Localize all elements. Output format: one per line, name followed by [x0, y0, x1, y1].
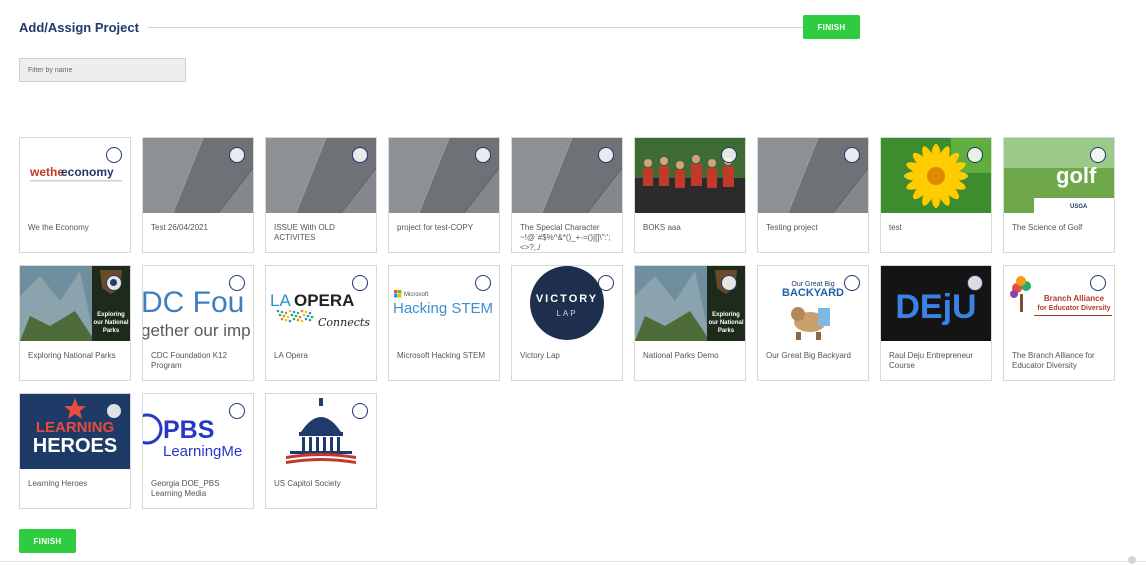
svg-text:Exploring: Exploring [97, 312, 125, 318]
project-select-radio[interactable] [844, 275, 860, 291]
svg-text:DC Fou: DC Fou [143, 286, 244, 319]
project-card[interactable]: Branch Alliance for Educator Diversity T… [1003, 265, 1115, 381]
page-header: Add/Assign Project FINISH [19, 14, 861, 40]
svg-text:our National: our National [708, 320, 743, 326]
project-title: The Special Character ~!@`#$%^&*()_+-=()… [520, 223, 611, 252]
project-title: Learning Heroes [28, 479, 88, 488]
svg-text:LAP: LAP [556, 309, 577, 318]
title-divider [148, 27, 810, 28]
project-card[interactable]: VICTORY LAP Victory Lap [511, 265, 623, 381]
project-card[interactable]: wethe economy We the Economy [19, 137, 131, 253]
svg-text:golf: golf [1056, 163, 1097, 188]
project-card[interactable]: Exploring our National Parks Exploring Na… [19, 265, 131, 381]
project-title: Raul Deju Entrepreneur Course [889, 351, 974, 370]
project-select-radio[interactable] [844, 147, 860, 163]
svg-text:LA: LA [270, 291, 291, 310]
svg-text:economy: economy [61, 165, 114, 179]
svg-text:wethe: wethe [29, 165, 64, 179]
project-select-radio[interactable] [721, 275, 737, 291]
project-card[interactable]: US Capitol Society [265, 393, 377, 509]
svg-text:LEARNING: LEARNING [36, 419, 114, 436]
svg-text:USGA: USGA [1070, 204, 1088, 210]
project-card[interactable]: LA OPERA Connects LA Opera [265, 265, 377, 381]
project-card[interactable]: DEjU Raul Deju Entrepreneur Course [880, 265, 992, 381]
project-card[interactable]: Microsoft Hacking STEM Microsoft Hacking … [388, 265, 500, 381]
project-select-radio[interactable] [106, 403, 122, 419]
svg-text:Parks: Parks [103, 328, 120, 334]
svg-text:for Educator Diversity: for Educator Diversity [1037, 305, 1110, 312]
project-title: Testing project [766, 223, 818, 232]
project-title: Victory Lap [520, 351, 560, 360]
svg-text:BACKYARD: BACKYARD [782, 287, 844, 299]
svg-text:Hacking STEM: Hacking STEM [393, 300, 493, 317]
project-title: Exploring National Parks [28, 351, 116, 360]
svg-text:PBS: PBS [163, 416, 214, 444]
project-select-radio[interactable] [106, 275, 122, 291]
finish-button-top[interactable]: FINISH [803, 15, 860, 39]
project-title: US Capitol Society [274, 479, 341, 488]
svg-text:Branch Alliance: Branch Alliance [1044, 294, 1105, 303]
project-select-radio[interactable] [475, 147, 491, 163]
project-select-radio[interactable] [352, 147, 368, 163]
project-title: CDC Foundation K12 Program [151, 351, 228, 370]
svg-text:our National: our National [93, 320, 128, 326]
project-select-radio[interactable] [967, 147, 983, 163]
project-select-radio[interactable] [229, 275, 245, 291]
project-title: We the Economy [28, 223, 89, 232]
project-select-radio[interactable] [352, 403, 368, 419]
svg-text:VICTORY: VICTORY [536, 293, 598, 305]
project-select-radio[interactable] [1090, 147, 1106, 163]
finish-button-bottom[interactable]: FINISH [19, 529, 76, 553]
project-title: ISSUE With OLD ACTIVITES [274, 223, 335, 242]
project-select-radio[interactable] [967, 275, 983, 291]
page-title: Add/Assign Project [19, 20, 139, 35]
project-select-radio[interactable] [475, 275, 491, 291]
project-card[interactable]: project for test-COPY [388, 137, 500, 253]
project-select-radio[interactable] [598, 147, 614, 163]
project-card[interactable]: BOKS aaa [634, 137, 746, 253]
svg-text:gether our imp: gether our imp [143, 321, 251, 340]
project-title: test [889, 223, 902, 232]
project-card[interactable]: Testing project [757, 137, 869, 253]
scroll-indicator [1128, 556, 1136, 564]
svg-text:Connects: Connects [318, 316, 370, 329]
project-card[interactable]: DC Fou gether our imp CDC Foundation K12 … [142, 265, 254, 381]
svg-text:Microsoft: Microsoft [404, 292, 429, 298]
project-title: Georgia DOE_PBS Learning Media [151, 479, 220, 498]
project-card[interactable]: Exploring our National Parks National Par… [634, 265, 746, 381]
svg-text:HEROES: HEROES [33, 435, 117, 457]
project-title: Our Great Big Backyard [766, 351, 851, 360]
svg-text:DEjU: DEjU [895, 288, 976, 326]
project-card[interactable]: LEARNING HEROES Learning Heroes [19, 393, 131, 509]
project-card[interactable]: The Special Character ~!@`#$%^&*()_+-=()… [511, 137, 623, 253]
project-title: project for test-COPY [397, 223, 474, 232]
project-select-radio[interactable] [598, 275, 614, 291]
project-grid: wethe economy We the Economy Test 26/04/… [19, 137, 1115, 509]
project-card[interactable]: Test 26/04/2021 [142, 137, 254, 253]
project-select-radio[interactable] [229, 147, 245, 163]
filter-by-name-input[interactable] [19, 58, 186, 82]
project-title: The Science of Golf [1012, 223, 1083, 232]
project-card[interactable]: Our Great Big BACKYARD Our Great Big Bac… [757, 265, 869, 381]
project-title: LA Opera [274, 351, 308, 360]
svg-text:OPERA: OPERA [294, 291, 354, 310]
project-select-radio[interactable] [106, 147, 122, 163]
project-card[interactable]: ISSUE With OLD ACTIVITES [265, 137, 377, 253]
project-card[interactable]: golf USGA The Science of Golf [1003, 137, 1115, 253]
project-title: National Parks Demo [643, 351, 719, 360]
project-card[interactable]: PBS LearningMe Georgia DOE_PBS Learning M… [142, 393, 254, 509]
project-title: Microsoft Hacking STEM [397, 351, 486, 360]
svg-text:Exploring: Exploring [712, 312, 740, 318]
project-title: The Branch Alliance for Educator Diversi… [1012, 351, 1095, 370]
footer-divider [0, 561, 1146, 562]
project-select-radio[interactable] [352, 275, 368, 291]
project-title: BOKS aaa [643, 223, 681, 232]
project-select-radio[interactable] [1090, 275, 1106, 291]
project-select-radio[interactable] [721, 147, 737, 163]
svg-text:Parks: Parks [718, 328, 735, 334]
project-select-radio[interactable] [229, 403, 245, 419]
svg-text:LearningMe: LearningMe [163, 443, 242, 460]
project-title: Test 26/04/2021 [151, 223, 208, 232]
project-card[interactable]: test [880, 137, 992, 253]
